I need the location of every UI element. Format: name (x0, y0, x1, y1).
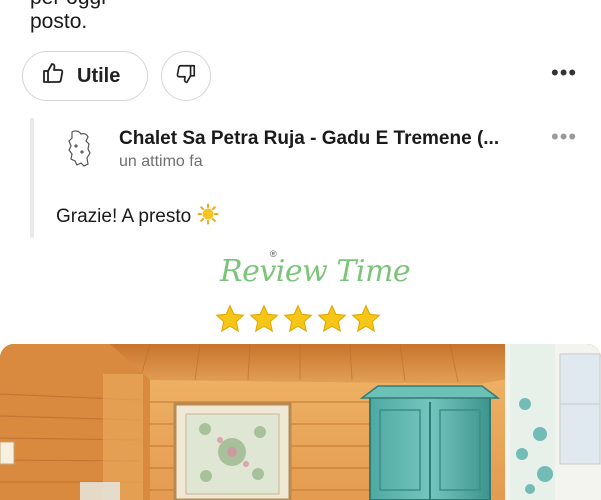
reply-more-options-icon[interactable]: ••• (551, 126, 577, 148)
review-time-logo: ® Review Time (210, 249, 411, 292)
star-icon (249, 304, 279, 333)
more-options-icon[interactable]: ••• (551, 62, 577, 84)
business-avatar[interactable] (58, 126, 104, 172)
reply-text-body: Grazie! A presto (56, 206, 192, 227)
reply-time: un attimo fa (119, 153, 203, 170)
reply-text: Grazie! A presto (56, 203, 219, 231)
review-text-line-1: per oggi (30, 0, 106, 10)
reply-indent-bar (30, 118, 34, 238)
review-photo[interactable] (0, 344, 601, 500)
logo-text: Review Time (220, 254, 411, 289)
useful-button[interactable]: Utile (22, 51, 148, 101)
review-text-line-2: posto. (30, 10, 88, 33)
useful-label: Utile (77, 64, 121, 87)
sun-emoji-icon (197, 203, 219, 231)
thumbs-down-icon (175, 63, 197, 90)
star-icon (215, 304, 245, 333)
not-useful-button[interactable] (161, 51, 211, 101)
business-name[interactable]: Chalet Sa Petra Ruja - Gadu E Tremene (.… (119, 128, 499, 150)
thumbs-up-icon (41, 61, 65, 91)
star-rating (214, 303, 382, 335)
star-icon (317, 304, 347, 333)
star-icon (283, 304, 313, 333)
star-icon (351, 304, 381, 333)
